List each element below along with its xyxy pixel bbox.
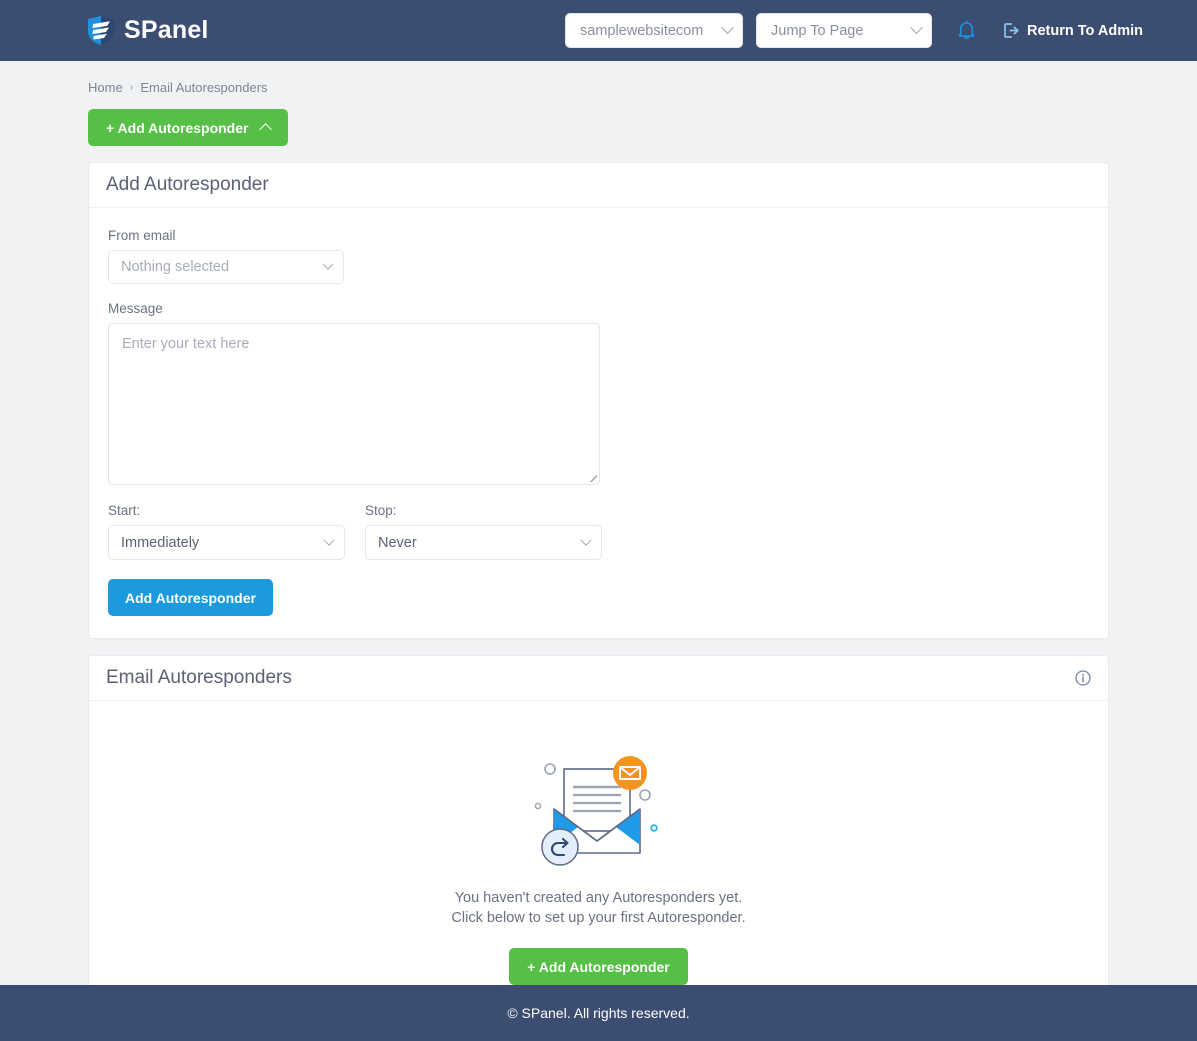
from-email-select[interactable]: Nothing selected (108, 250, 344, 284)
add-autoresponder-card: Add Autoresponder From email Nothing sel… (88, 162, 1109, 639)
empty-state-text: You haven't created any Autoresponders y… (449, 889, 749, 928)
stop-label: Stop: (365, 503, 397, 518)
start-select[interactable]: Immediately (108, 525, 345, 560)
email-autoresponders-card-header: Email Autoresponders (89, 656, 1108, 701)
brand-name: SPanel (124, 16, 209, 44)
deco-circle (543, 763, 556, 775)
from-email-value: Nothing selected (121, 259, 230, 275)
add-autoresponder-title: Add Autoresponder (106, 174, 269, 195)
topbar-controls: samplewebsitecom Jump To Page Return To … (565, 0, 1143, 61)
chevron-up-icon (259, 122, 273, 136)
email-autoresponders-card: Email Autoresponders You haven't created… (88, 655, 1109, 1033)
breadcrumb-current: Email Autoresponders (140, 80, 268, 95)
top-navbar: SPanel samplewebsitecom Jump To Page Ret… (0, 0, 1197, 61)
chevron-down-icon (580, 534, 592, 546)
page-footer: © SPanel. All rights reserved. (0, 985, 1197, 1041)
deco-circle (649, 824, 658, 832)
footer-copyright: © SPanel. All rights reserved. (507, 1005, 690, 1021)
spanel-shield-icon (88, 16, 114, 45)
deco-circle (534, 802, 541, 810)
stop-value: Never (378, 534, 417, 551)
deco-circle (638, 789, 651, 801)
notifications-button[interactable] (954, 19, 978, 43)
page-content: Home › Email Autoresponders + Add Autore… (0, 61, 1197, 1033)
empty-state-line2: below to set up your first Autoresponder… (486, 909, 746, 926)
chevron-down-icon (322, 258, 334, 270)
start-value: Immediately (121, 534, 200, 551)
schedule-row: Start: Immediately Stop: Never (108, 503, 1089, 560)
site-selector[interactable]: samplewebsitecom (565, 13, 743, 48)
info-icon[interactable] (1075, 670, 1091, 686)
logout-icon (1004, 23, 1019, 38)
empty-state: You haven't created any Autoresponders y… (89, 701, 1108, 1031)
submit-add-autoresponder-button[interactable]: Add Autoresponder (108, 579, 273, 616)
add-autoresponder-toggle-label: + Add Autoresponder (106, 119, 249, 136)
empty-state-add-autoresponder-button[interactable]: + Add Autoresponder (509, 948, 688, 986)
breadcrumb: Home › Email Autoresponders (88, 61, 1109, 95)
from-email-label: From email (108, 228, 176, 243)
email-autoresponders-title: Email Autoresponders (106, 667, 292, 688)
start-label: Start: (108, 503, 141, 518)
message-placeholder: Enter your text here (122, 336, 250, 352)
stop-field-group: Stop: Never (365, 503, 602, 560)
chevron-down-icon (721, 21, 734, 35)
textarea-resize-handle[interactable] (590, 475, 597, 482)
stop-select[interactable]: Never (365, 525, 602, 560)
start-field-group: Start: Immediately (108, 503, 345, 560)
bell-icon (958, 20, 974, 39)
add-autoresponder-toggle-button[interactable]: + Add Autoresponder (88, 109, 289, 146)
site-selector-value: samplewebsitecom (580, 22, 704, 39)
jump-to-page-selector[interactable]: Jump To Page (756, 13, 932, 48)
breadcrumb-separator-icon: › (129, 81, 134, 94)
chevron-down-icon (323, 534, 335, 546)
empty-mail-illustration (534, 756, 658, 866)
brand-logo[interactable]: SPanel (86, 15, 209, 46)
message-label: Message (108, 301, 163, 316)
return-to-admin-link[interactable]: Return To Admin (1003, 22, 1143, 39)
message-field-group: Message Enter your text here (108, 301, 1089, 485)
jump-to-page-value: Jump To Page (771, 22, 864, 39)
message-textarea[interactable]: Enter your text here (108, 323, 600, 485)
breadcrumb-home[interactable]: Home (88, 80, 123, 95)
add-autoresponder-card-body: From email Nothing selected Message Ente… (89, 208, 1108, 638)
chevron-down-icon (910, 21, 923, 35)
add-autoresponder-card-header: Add Autoresponder (89, 163, 1108, 208)
return-to-admin-label: Return To Admin (1027, 22, 1143, 39)
